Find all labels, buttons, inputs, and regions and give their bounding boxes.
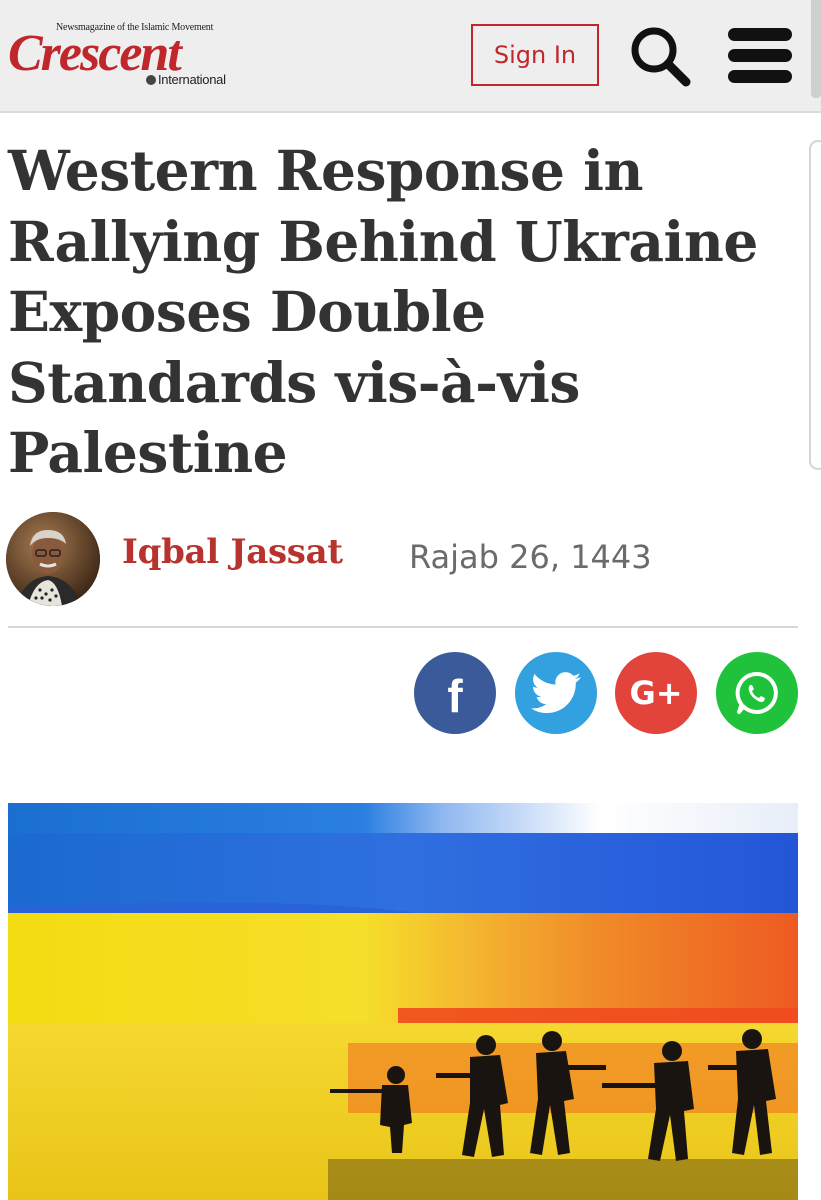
crescent-logo[interactable]: Newsmagazine of the Islamic Movement Cre…	[8, 18, 243, 90]
facebook-icon: f	[447, 670, 463, 722]
menu-bar	[728, 70, 792, 83]
whatsapp-icon	[735, 671, 778, 714]
sign-in-button[interactable]: Sign In	[471, 24, 599, 86]
search-icon[interactable]	[628, 24, 692, 88]
twitter-share-button[interactable]	[515, 652, 597, 734]
logo-subline-text: International	[158, 72, 226, 87]
article-title: Western Response in Rallying Behind Ukra…	[8, 138, 758, 485]
author-avatar[interactable]	[6, 512, 100, 606]
menu-bar	[728, 28, 792, 41]
twitter-bird-icon	[531, 672, 581, 713]
author-link[interactable]: Iqbal Jassat	[122, 532, 343, 572]
page-scrollbar[interactable]	[811, 0, 821, 98]
logo-globe-icon	[146, 75, 156, 85]
facebook-share-button[interactable]: f	[414, 652, 496, 734]
whatsapp-share-button[interactable]	[716, 652, 798, 734]
divider	[8, 626, 798, 628]
site-header: Newsmagazine of the Islamic Movement Cre…	[0, 0, 821, 113]
side-scroll-handle[interactable]	[809, 140, 821, 470]
hamburger-menu-icon[interactable]	[728, 28, 794, 84]
hero-image[interactable]	[8, 803, 798, 1200]
logo-subline: International	[146, 72, 226, 87]
google-plus-icon: G+	[629, 674, 683, 712]
google-plus-share-button[interactable]: G+	[615, 652, 697, 734]
publish-date: Rajab 26, 1443	[409, 538, 652, 576]
menu-bar	[728, 49, 792, 62]
